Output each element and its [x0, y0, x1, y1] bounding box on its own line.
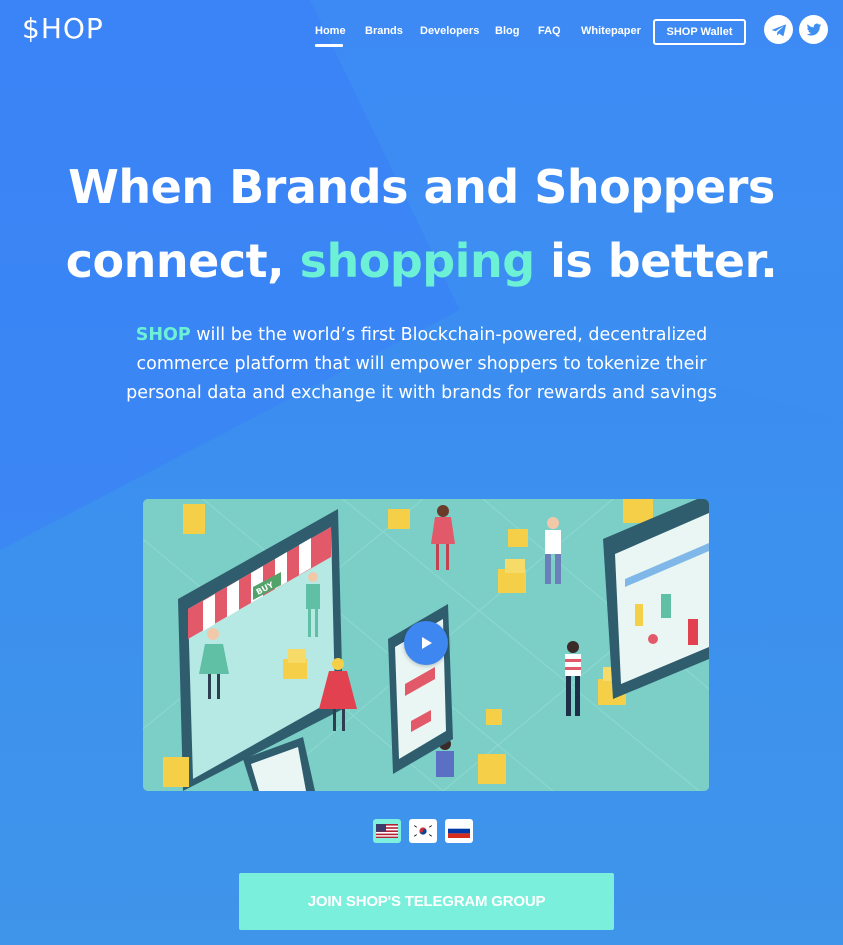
play-icon	[422, 637, 432, 649]
telegram-button[interactable]	[764, 15, 793, 44]
headline-line-2: connect, shopping is better.	[0, 224, 843, 298]
twitter-icon	[806, 23, 821, 36]
language-english[interactable]	[373, 819, 401, 843]
kr-flag-icon	[412, 824, 434, 838]
join-telegram-button[interactable]: JOIN SHOP'S TELEGRAM GROUP	[239, 873, 614, 930]
language-russian[interactable]	[445, 819, 473, 843]
subtext-accent: SHOP	[135, 325, 191, 345]
background-shape	[0, 0, 843, 550]
shop-wallet-button[interactable]: SHOP Wallet	[653, 19, 746, 45]
site-header: $HOP Home Brands Developers Blog FAQ Whi…	[0, 0, 843, 62]
nav-home[interactable]: Home	[315, 25, 346, 37]
hero-headline: When Brands and Shoppers connect, shoppi…	[0, 150, 843, 298]
nav-active-indicator	[315, 44, 343, 47]
subtext-body: will be the world’s first Blockchain-pow…	[126, 325, 717, 403]
twitter-button[interactable]	[799, 15, 828, 44]
nav-developers[interactable]: Developers	[420, 25, 479, 37]
headline-line-1: When Brands and Shoppers	[68, 160, 775, 214]
ru-flag-icon	[448, 824, 470, 838]
telegram-icon	[771, 24, 786, 36]
nav-faq[interactable]: FAQ	[538, 25, 561, 37]
play-button[interactable]	[404, 621, 448, 665]
headline-line-2-end: is better.	[534, 234, 778, 288]
hero-subtext: SHOP will be the world’s first Blockchai…	[100, 321, 743, 408]
nav-whitepaper[interactable]: Whitepaper	[581, 25, 641, 37]
headline-accent: shopping	[299, 234, 536, 288]
nav-blog[interactable]: Blog	[495, 25, 519, 37]
us-flag-icon	[376, 824, 398, 838]
logo[interactable]: $HOP	[22, 14, 104, 44]
nav-brands[interactable]: Brands	[365, 25, 403, 37]
language-korean[interactable]	[409, 819, 437, 843]
headline-line-2-start: connect,	[65, 234, 300, 288]
